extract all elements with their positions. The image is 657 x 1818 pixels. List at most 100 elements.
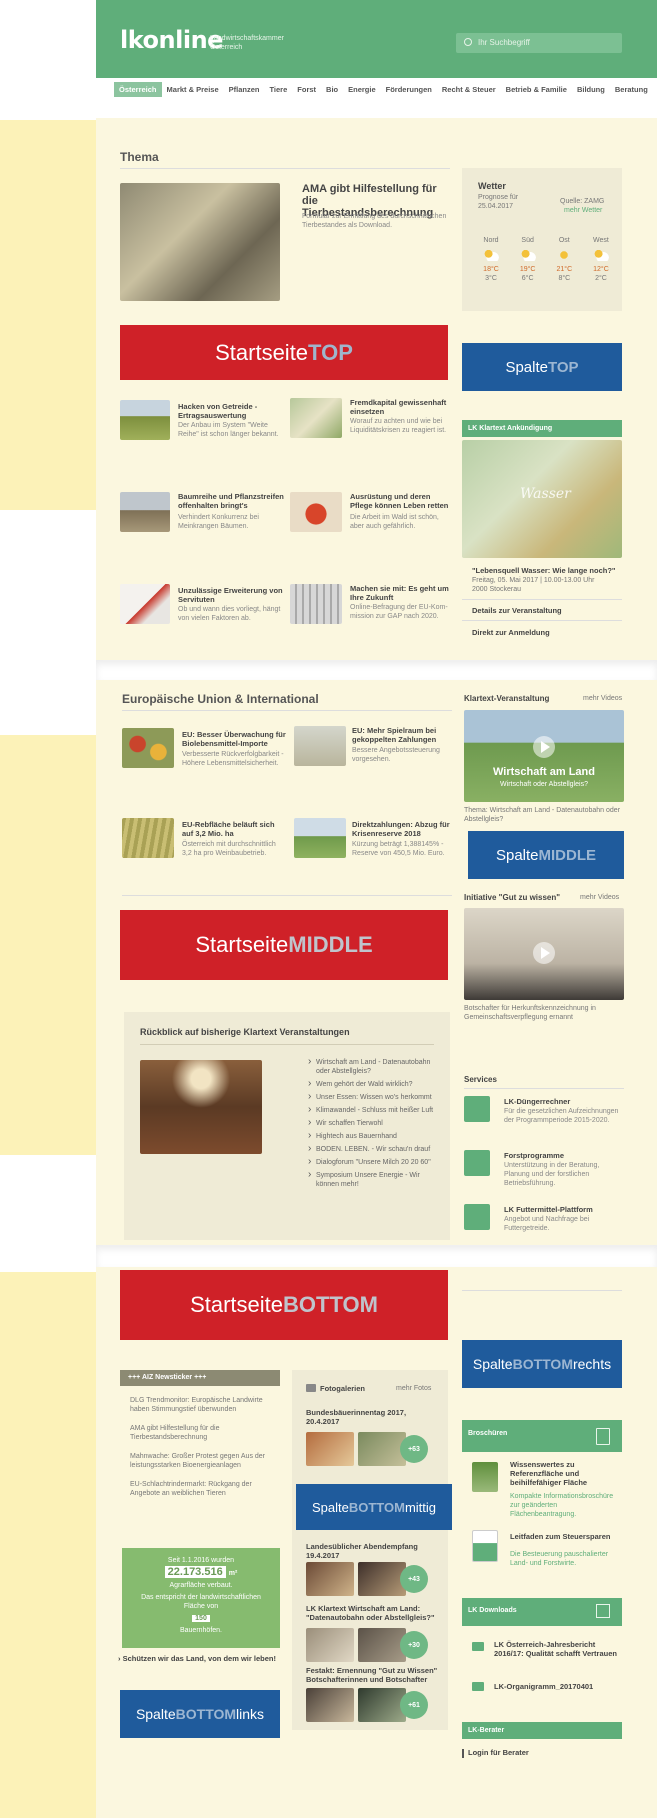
article-thumb-6[interactable] xyxy=(290,584,342,624)
search-input[interactable]: Ihr Suchbegriff xyxy=(456,33,622,53)
foto-thumb-4b[interactable] xyxy=(358,1688,406,1722)
klartext-video-player[interactable]: Wirtschaft am Land Wirtschaft oder Abste… xyxy=(464,710,624,802)
weather-col-nord: Nord 18°C 3°C xyxy=(476,236,506,283)
nav-item-bio[interactable]: Bio xyxy=(321,82,343,97)
article-title-6[interactable]: Machen sie mit: Es geht um Ihre Zukunft xyxy=(350,584,450,602)
label-text-suffix: links xyxy=(236,1706,265,1722)
gut-video-player[interactable] xyxy=(464,908,624,1000)
klartext-video-more[interactable]: mehr Videos xyxy=(583,694,622,703)
nav-item-markt[interactable]: Markt & Preise xyxy=(162,82,224,97)
nav-item-oesterreich[interactable]: Österreich xyxy=(114,82,162,97)
foto-thumb-2[interactable] xyxy=(306,1562,354,1596)
nav-item-betrieb[interactable]: Betrieb & Familie xyxy=(501,82,572,97)
rueckblick-item[interactable]: Wirtschaft am Land - Datenautobahn oder … xyxy=(308,1057,438,1076)
nav-item-energie[interactable]: Energie xyxy=(343,82,381,97)
rueckblick-item[interactable]: Wir schaffen Tierwohl xyxy=(308,1118,438,1128)
article-title-2[interactable]: Fremdkapital gewissenhaft einsetzen xyxy=(350,398,450,416)
weather-region-label: Süd xyxy=(521,237,534,244)
foto-count-4[interactable]: +61 xyxy=(400,1691,428,1719)
broschuere-thumb-1[interactable] xyxy=(472,1462,498,1492)
klartext-event-title[interactable]: "Lebensquell Wasser: Wie lange noch?" xyxy=(472,566,622,575)
broschuere-thumb-2[interactable] xyxy=(472,1530,498,1562)
eu-title-3[interactable]: EU-Rebfläche beläuft sich auf 3,2 Mio. h… xyxy=(182,820,287,838)
video-overlay-subtext: Wirtschaft oder Abstellgleis? xyxy=(500,781,588,788)
nav-item-tiere[interactable]: Tiere xyxy=(264,82,292,97)
rueckblick-item[interactable]: Symposium Unsere Energie - Wir können me… xyxy=(308,1170,438,1189)
counter-number-row: 22.173.516 m² xyxy=(122,1566,280,1578)
nav-item-beratung[interactable]: Beratung xyxy=(610,82,653,97)
foto-thumb-3[interactable] xyxy=(306,1628,354,1662)
article-title-3[interactable]: Baumreihe und Pflanzstreifen offenhalten… xyxy=(178,492,288,510)
article-title-5[interactable]: Unzulässige Erweiterung von Servituten xyxy=(178,586,288,604)
lead-article-image[interactable] xyxy=(120,183,280,301)
eu-thumb-4[interactable] xyxy=(294,818,346,858)
foto-count-2[interactable]: +43 xyxy=(400,1565,428,1593)
newsticker-item[interactable]: Mahnwache: Großer Protest gegen Aus der … xyxy=(130,1452,280,1470)
foto-title-3[interactable]: LK Klartext Wirtschaft am Land: "Datenau… xyxy=(306,1604,441,1622)
nav-item-bildung[interactable]: Bildung xyxy=(572,82,610,97)
klartext-register-link[interactable]: Direkt zur Anmeldung xyxy=(472,628,550,637)
berater-login-link[interactable]: Login für Berater xyxy=(462,1748,529,1758)
service-title-2[interactable]: Forstprogramme xyxy=(504,1151,624,1160)
newsticker-item[interactable]: EU-Schlachtrindermarkt: Rückgang der Ang… xyxy=(130,1480,280,1498)
download-item-2[interactable]: LK-Organigramm_20170401 xyxy=(494,1682,624,1691)
foto-thumb-4[interactable] xyxy=(306,1688,354,1722)
weather-title: Wetter xyxy=(478,181,506,191)
article-title-1[interactable]: Hacken von Getreide - Ertragsauswertung xyxy=(178,402,288,420)
label-text-suffix: rechts xyxy=(572,1356,612,1372)
play-icon[interactable] xyxy=(533,736,555,758)
service-title-1[interactable]: LK-Düngerrechner xyxy=(504,1097,624,1106)
label-startseite-middle: Startseite MIDDLE xyxy=(120,910,448,980)
eu-thumb-1[interactable] xyxy=(122,728,174,768)
broschuere-title-1[interactable]: Wissenswertes zu Referenzfläche und beih… xyxy=(510,1460,624,1487)
rueckblick-item[interactable]: Hightech aus Bauernhand xyxy=(308,1131,438,1141)
nav-item-forst[interactable]: Forst xyxy=(292,82,321,97)
weather-more-link[interactable]: mehr Wetter xyxy=(564,206,602,215)
article-thumb-2[interactable] xyxy=(290,398,342,438)
rueckblick-item[interactable]: BODEN. LEBEN. - Wir schau'n drauf xyxy=(308,1144,438,1154)
rueckblick-item[interactable]: Wem gehört der Wald wirklich? xyxy=(308,1079,438,1089)
eu-thumb-3[interactable] xyxy=(122,818,174,858)
article-body-1: Der Anbau im System "Weite Reihe" ist sc… xyxy=(178,422,279,438)
rueckblick-item[interactable]: Dialogforum "Unsere Milch 20 20 60" xyxy=(308,1157,438,1167)
klartext-announcement-image[interactable]: Wasser xyxy=(462,440,622,558)
eu-divider-bottom xyxy=(122,895,452,896)
klartext-details-link[interactable]: Details zur Veranstaltung xyxy=(472,606,562,615)
eu-thumb-2[interactable] xyxy=(294,726,346,766)
play-icon[interactable] xyxy=(533,942,555,964)
broschuere-title-2[interactable]: Leitfaden zum Steuersparen xyxy=(510,1532,624,1541)
foto-count-3[interactable]: +30 xyxy=(400,1631,428,1659)
gut-video-more[interactable]: mehr Videos xyxy=(580,893,619,902)
service-title-3[interactable]: LK Futtermittel-Plattform xyxy=(504,1205,624,1214)
download-item-1[interactable]: LK Österreich-Jahresbericht 2016/17: Qua… xyxy=(494,1640,624,1658)
foto-title-2[interactable]: Landesüblicher Abendempfang 19.4.2017 xyxy=(306,1542,436,1560)
eu-title-1[interactable]: EU: Besser Überwachung für Biolebensmitt… xyxy=(182,730,287,748)
foto-title-4[interactable]: Festakt: Ernennung "Gut zu Wissen" Botsc… xyxy=(306,1666,441,1684)
nav-item-foerderungen[interactable]: Förderungen xyxy=(381,82,437,97)
newsticker-item[interactable]: AMA gibt Hilfestellung für die Tierbesta… xyxy=(130,1424,280,1442)
eu-title-2[interactable]: EU: Mehr Spielraum bei gekoppelten Zahlu… xyxy=(352,726,452,744)
counter-link[interactable]: › Schützen wir das Land, von dem wir leb… xyxy=(118,1654,280,1663)
services-title: Services xyxy=(464,1075,497,1084)
article-thumb-1[interactable] xyxy=(120,400,170,440)
rueckblick-item[interactable]: Klimawandel - Schluss mit heißer Luft xyxy=(308,1105,438,1115)
article-thumb-3[interactable] xyxy=(120,492,170,532)
article-title-4[interactable]: Ausrüstung und deren Pflege können Leben… xyxy=(350,492,450,510)
nav-item-recht[interactable]: Recht & Steuer xyxy=(437,82,501,97)
foto-thumb-2b[interactable] xyxy=(358,1562,406,1596)
newsticker-item[interactable]: DLG Trendmonitor: Europäische Landwirte … xyxy=(130,1396,280,1414)
foto-thumb-1b[interactable] xyxy=(358,1432,406,1466)
article-thumb-4[interactable] xyxy=(290,492,342,532)
rueckblick-image[interactable] xyxy=(140,1060,262,1154)
nav-item-pflanzen[interactable]: Pflanzen xyxy=(224,82,265,97)
fotos-more[interactable]: mehr Fotos xyxy=(396,1384,431,1393)
foto-thumb-3b[interactable] xyxy=(358,1628,406,1662)
article-body-5: Ob und wann dies vorliegt, hängt von vie… xyxy=(178,606,281,622)
article-thumb-5[interactable] xyxy=(120,584,170,624)
foto-thumb-1[interactable] xyxy=(306,1432,354,1466)
rueckblick-item[interactable]: Unser Essen: Wissen wo's herkommt xyxy=(308,1092,438,1102)
eu-title-4[interactable]: Direktzahlungen: Abzug für Krisenreserve… xyxy=(352,820,452,838)
foto-count-1[interactable]: +63 xyxy=(400,1435,428,1463)
foto-title-1[interactable]: Bundesbäuerinnentag 2017, 20.4.2017 xyxy=(306,1408,436,1426)
site-logo[interactable]: lkonline xyxy=(120,26,223,54)
